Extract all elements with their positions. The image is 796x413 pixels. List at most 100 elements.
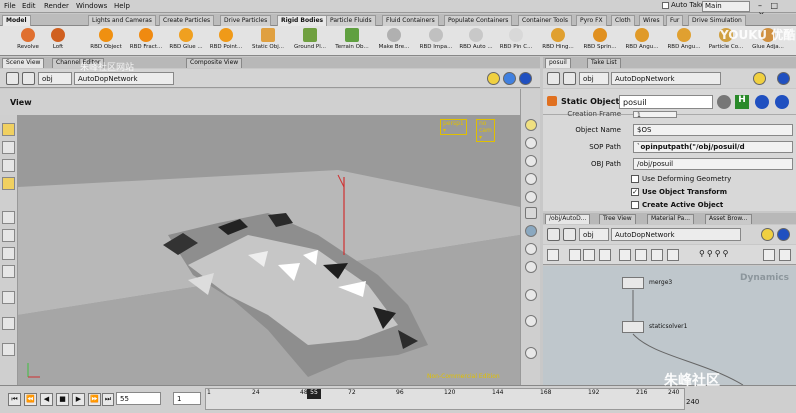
list-view-icon[interactable]	[547, 249, 559, 261]
render-region-icon[interactable]	[2, 343, 15, 356]
display-flag-icon[interactable]	[525, 347, 537, 359]
tab-material-palette[interactable]: Material Pa...	[647, 214, 695, 224]
note-icon[interactable]	[619, 249, 631, 261]
snap-icon[interactable]	[525, 289, 537, 301]
network-flags[interactable]: ⚲⚲⚲⚲	[699, 249, 759, 261]
timeline-cursor[interactable]: 55	[307, 389, 321, 399]
pin-icon[interactable]	[487, 72, 500, 85]
tool-rbd-point[interactable]: RBD Point...	[206, 28, 246, 50]
tool-ground-plane[interactable]: Ground Pl...	[290, 28, 330, 50]
hda-icon[interactable]: H	[735, 95, 749, 109]
tool-rbd-auto[interactable]: RBD Auto ...	[456, 28, 496, 50]
path-node[interactable]: AutoDopNetwork	[611, 72, 721, 85]
stop-icon[interactable]: ■	[56, 393, 69, 406]
step-forward-icon[interactable]: ⏩	[88, 393, 101, 406]
home-icon[interactable]	[779, 249, 791, 261]
node-name-field[interactable]: posuil	[619, 95, 713, 109]
tool-rbd-fracture[interactable]: RBD Fract...	[126, 28, 166, 50]
gear-icon[interactable]	[717, 95, 731, 109]
scene-viewport[interactable]	[18, 115, 520, 385]
merge3-node[interactable]	[622, 277, 644, 289]
tool-loft[interactable]: Loft	[38, 28, 78, 50]
forward-arrow-icon[interactable]	[563, 228, 576, 241]
vector-icon[interactable]	[525, 207, 537, 219]
tool-rbd-pin[interactable]: RBD Pin C...	[496, 28, 536, 50]
path-node[interactable]: AutoDopNetwork	[611, 228, 741, 241]
path-node[interactable]: AutoDopNetwork	[74, 72, 174, 85]
grid-view-icon[interactable]	[569, 249, 581, 261]
shelf-tab-wires[interactable]: Wires	[639, 15, 664, 26]
tab-take-list[interactable]: Take List	[587, 58, 621, 68]
help-icon[interactable]	[775, 95, 789, 109]
shading-icon[interactable]	[525, 155, 537, 167]
forward-arrow-icon[interactable]	[563, 72, 576, 85]
ghost-icon[interactable]	[525, 137, 537, 149]
shelf-tab-rigid-bodies[interactable]: Rigid Bodies	[277, 15, 328, 26]
forward-arrow-icon[interactable]	[22, 72, 35, 85]
tool-rbd-angular-2[interactable]: RBD Angu...	[664, 28, 704, 50]
display-options-icon[interactable]	[525, 191, 537, 203]
magnet-tool-icon[interactable]	[2, 247, 15, 260]
path-obj[interactable]: obj	[579, 228, 609, 241]
shelf-tab-model[interactable]: Model	[2, 15, 31, 26]
info-icon[interactable]	[755, 95, 769, 109]
wireframe-icon[interactable]	[525, 173, 537, 185]
back-arrow-icon[interactable]	[6, 72, 19, 85]
path-obj[interactable]: obj	[579, 72, 609, 85]
tool-rbd-object[interactable]: RBD Object	[86, 28, 126, 50]
menu-edit[interactable]: Edit	[22, 2, 36, 10]
menu-file[interactable]: File	[4, 2, 16, 10]
shelf-tab-particle-fluids[interactable]: Particle Fluids	[326, 15, 376, 26]
shelf-tab-populate[interactable]: Populate Containers	[444, 15, 513, 26]
current-frame-field[interactable]: 55	[116, 392, 161, 405]
use-deforming-geometry-toggle[interactable]: Use Deforming Geometry	[631, 175, 731, 183]
shape-icon[interactable]	[651, 249, 663, 261]
normals-icon[interactable]	[525, 261, 537, 273]
grid-icon[interactable]	[525, 315, 537, 327]
help-icon[interactable]	[777, 72, 790, 85]
paint-tool-icon[interactable]	[2, 317, 15, 330]
transform-tool-icon[interactable]	[2, 141, 15, 154]
tab-posuil[interactable]: posuil	[545, 58, 571, 68]
shelf-tab-cloth[interactable]: Cloth	[611, 15, 635, 26]
tool-rbd-spring[interactable]: RBD Sprin...	[580, 28, 620, 50]
desktop-select[interactable]: Main	[702, 1, 750, 12]
tab-network-editor[interactable]: /obj/AutoD...	[545, 214, 591, 224]
play-icon[interactable]: ▶	[72, 393, 85, 406]
shelf-tab-drive-sim[interactable]: Drive Simulation	[688, 15, 746, 26]
tab-tree-view[interactable]: Tree View	[599, 214, 636, 224]
tool-rbd-impact[interactable]: RBD Impa...	[416, 28, 456, 50]
tool-rbd-angular-1[interactable]: RBD Angu...	[622, 28, 662, 50]
object-name-field[interactable]: $OS	[633, 124, 793, 136]
shelf-tab-drive-particles[interactable]: Drive Particles	[220, 15, 272, 26]
creation-frame-field[interactable]: 1	[633, 111, 677, 118]
sop-path-field[interactable]: `opinputpath("/obj/posuil/d	[633, 141, 793, 153]
pin-icon[interactable]	[753, 72, 766, 85]
tool-terrain-object[interactable]: Terrain Ob...	[332, 28, 372, 50]
light-icon[interactable]	[525, 119, 537, 131]
tab-asset-browser[interactable]: Asset Brow...	[705, 214, 752, 224]
shelf-tab-pyro[interactable]: Pyro FX	[576, 15, 607, 26]
tool-rbd-glue[interactable]: RBD Glue ...	[166, 28, 206, 50]
rotate-tool-icon[interactable]	[2, 159, 15, 172]
tile-view-icon[interactable]	[583, 249, 595, 261]
back-arrow-icon[interactable]	[547, 72, 560, 85]
network-editor[interactable]: merge3 staticsolver1	[543, 266, 796, 385]
tool-static-object[interactable]: Static Obj...	[248, 28, 288, 50]
shelf-tab-fluid-containers[interactable]: Fluid Containers	[382, 15, 439, 26]
jump-end-icon[interactable]: ⏭	[102, 393, 114, 406]
menu-help[interactable]: Help	[114, 2, 130, 10]
menu-render[interactable]: Render	[44, 2, 69, 10]
play-reverse-icon[interactable]: ◀	[40, 393, 53, 406]
step-back-icon[interactable]: ⏪	[24, 393, 37, 406]
start-frame-field[interactable]: 1	[173, 392, 201, 405]
layout-icon[interactable]	[599, 249, 611, 261]
tool-rbd-hinge[interactable]: RBD Hing...	[538, 28, 578, 50]
brush-tool-icon[interactable]	[2, 229, 15, 242]
wire-style-icon[interactable]	[667, 249, 679, 261]
shelf-tab-fur[interactable]: Fur	[666, 15, 684, 26]
frame-icon[interactable]	[763, 249, 775, 261]
pose-tool-icon[interactable]	[2, 211, 15, 224]
staticsolver1-node[interactable]	[622, 321, 644, 333]
no-cam-menu[interactable]: no cam ▾	[476, 119, 495, 142]
